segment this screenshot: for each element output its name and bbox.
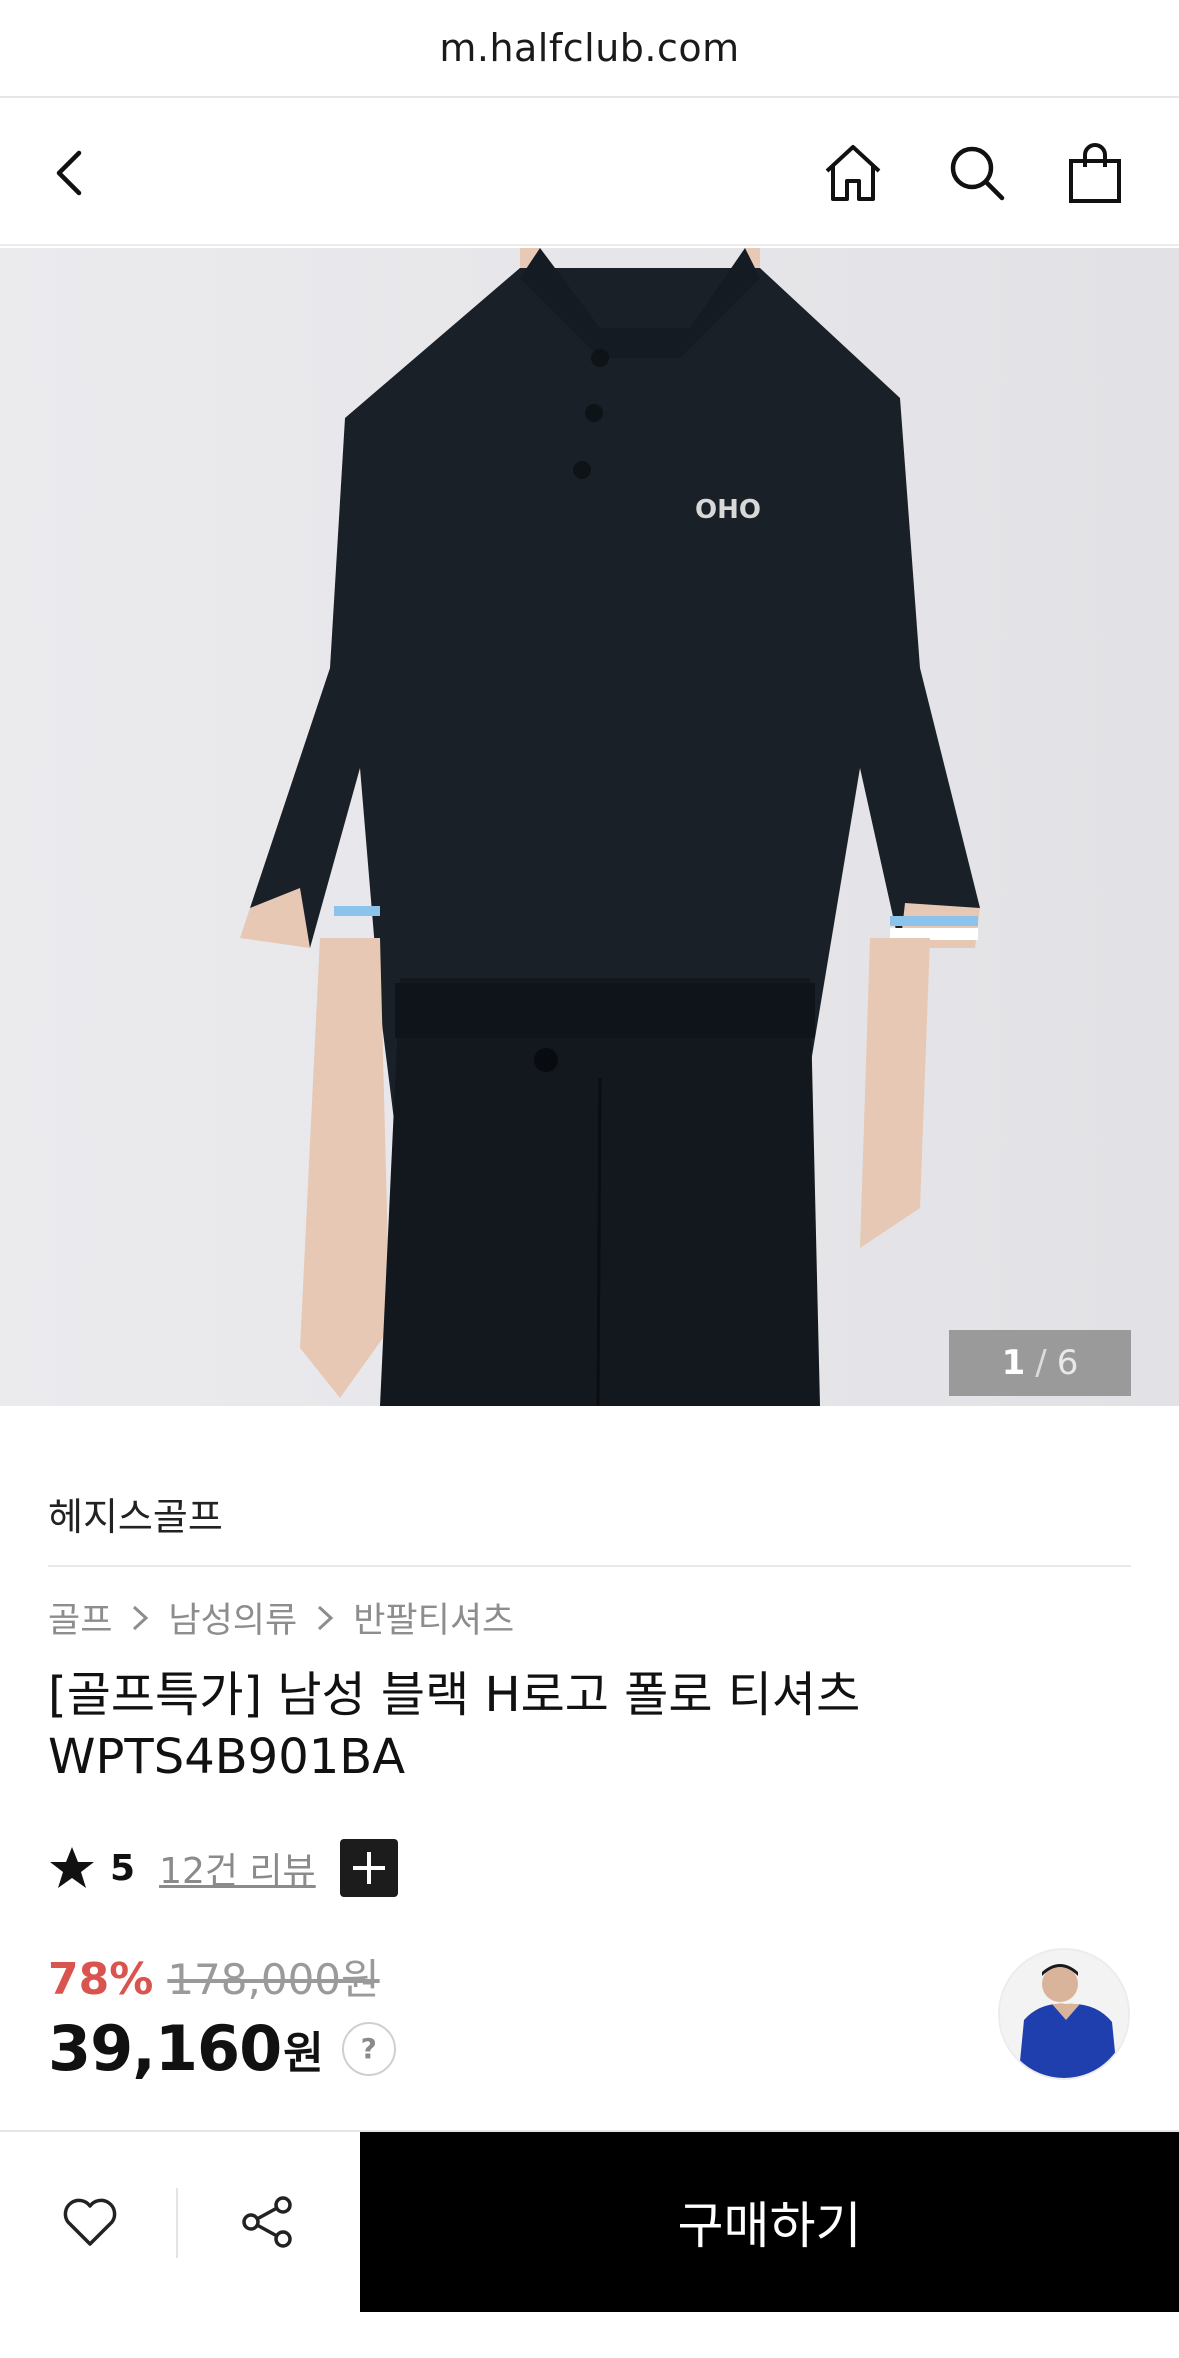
search-icon	[950, 146, 1005, 201]
discount-row: 78% 178,000원	[48, 1946, 380, 2007]
svg-text:OHO: OHO	[695, 495, 761, 525]
share-button[interactable]	[218, 2132, 318, 2312]
buy-button[interactable]: 구매하기	[360, 2132, 1179, 2312]
original-price: 178,000원	[167, 1955, 380, 2004]
shopping-bag-icon	[1069, 143, 1121, 203]
model-avatar	[1000, 1950, 1128, 2078]
top-header	[0, 100, 1179, 246]
home-icon	[825, 145, 881, 201]
discount-rate: 78%	[48, 1954, 154, 2005]
search-button[interactable]	[942, 138, 1012, 208]
back-button[interactable]	[36, 138, 106, 208]
divider	[48, 1565, 1131, 1567]
image-total: 6	[1056, 1343, 1079, 1383]
divider	[176, 2188, 178, 2258]
url-text: m.halfclub.com	[439, 26, 740, 70]
breadcrumb: 골프 남성의류 반팔티셔츠	[48, 1592, 514, 1643]
wishlist-button[interactable]	[40, 2132, 140, 2312]
chevron-right-icon	[133, 1605, 149, 1630]
bottom-action-bar: 구매하기	[0, 2130, 1179, 2312]
product-title-line2: WPTS4B901BA	[48, 1729, 406, 1785]
browser-url-bar[interactable]: m.halfclub.com	[0, 0, 1179, 98]
reviews-link[interactable]: 12건 리뷰	[159, 1842, 316, 1894]
image-counter: 1 / 6	[949, 1330, 1131, 1396]
product-title: [골프특가] 남성 블랙 H로고 폴로 티셔츠 WPTS4B901BA	[48, 1664, 1108, 1788]
breadcrumb-item-mens[interactable]: 남성의류	[168, 1592, 297, 1643]
product-photo: OHO	[0, 248, 1179, 1406]
chevron-left-icon	[56, 150, 82, 196]
product-image-gallery[interactable]: OHO 1 / 6	[0, 248, 1179, 1406]
rating-score: 5	[110, 1847, 136, 1889]
price-help-button[interactable]: ?	[341, 2021, 396, 2076]
counter-separator: /	[1035, 1343, 1047, 1383]
heart-icon	[63, 2198, 117, 2246]
price-unit: 원	[283, 2027, 324, 2079]
brand-link[interactable]: 헤지스골프	[48, 1486, 223, 1541]
plus-icon	[352, 1852, 385, 1884]
price-row: 39,160 원 ?	[48, 2012, 396, 2085]
sale-price: 39,160	[48, 2012, 282, 2085]
cart-button[interactable]	[1060, 138, 1130, 208]
star-icon	[50, 1847, 94, 1888]
share-icon	[242, 2196, 292, 2248]
add-button[interactable]	[339, 1839, 398, 1897]
chevron-right-icon	[318, 1605, 334, 1630]
rating-row: 5 12건 리뷰	[48, 1838, 398, 1898]
image-index: 1	[1001, 1343, 1026, 1383]
home-button[interactable]	[818, 138, 888, 208]
breadcrumb-item-shortsleeve[interactable]: 반팔티셔츠	[353, 1592, 514, 1643]
model-avatar-button[interactable]	[998, 1948, 1130, 2080]
product-title-line1: [골프특가] 남성 블랙 H로고 폴로 티셔츠	[48, 1667, 861, 1723]
breadcrumb-item-golf[interactable]: 골프	[48, 1592, 112, 1643]
